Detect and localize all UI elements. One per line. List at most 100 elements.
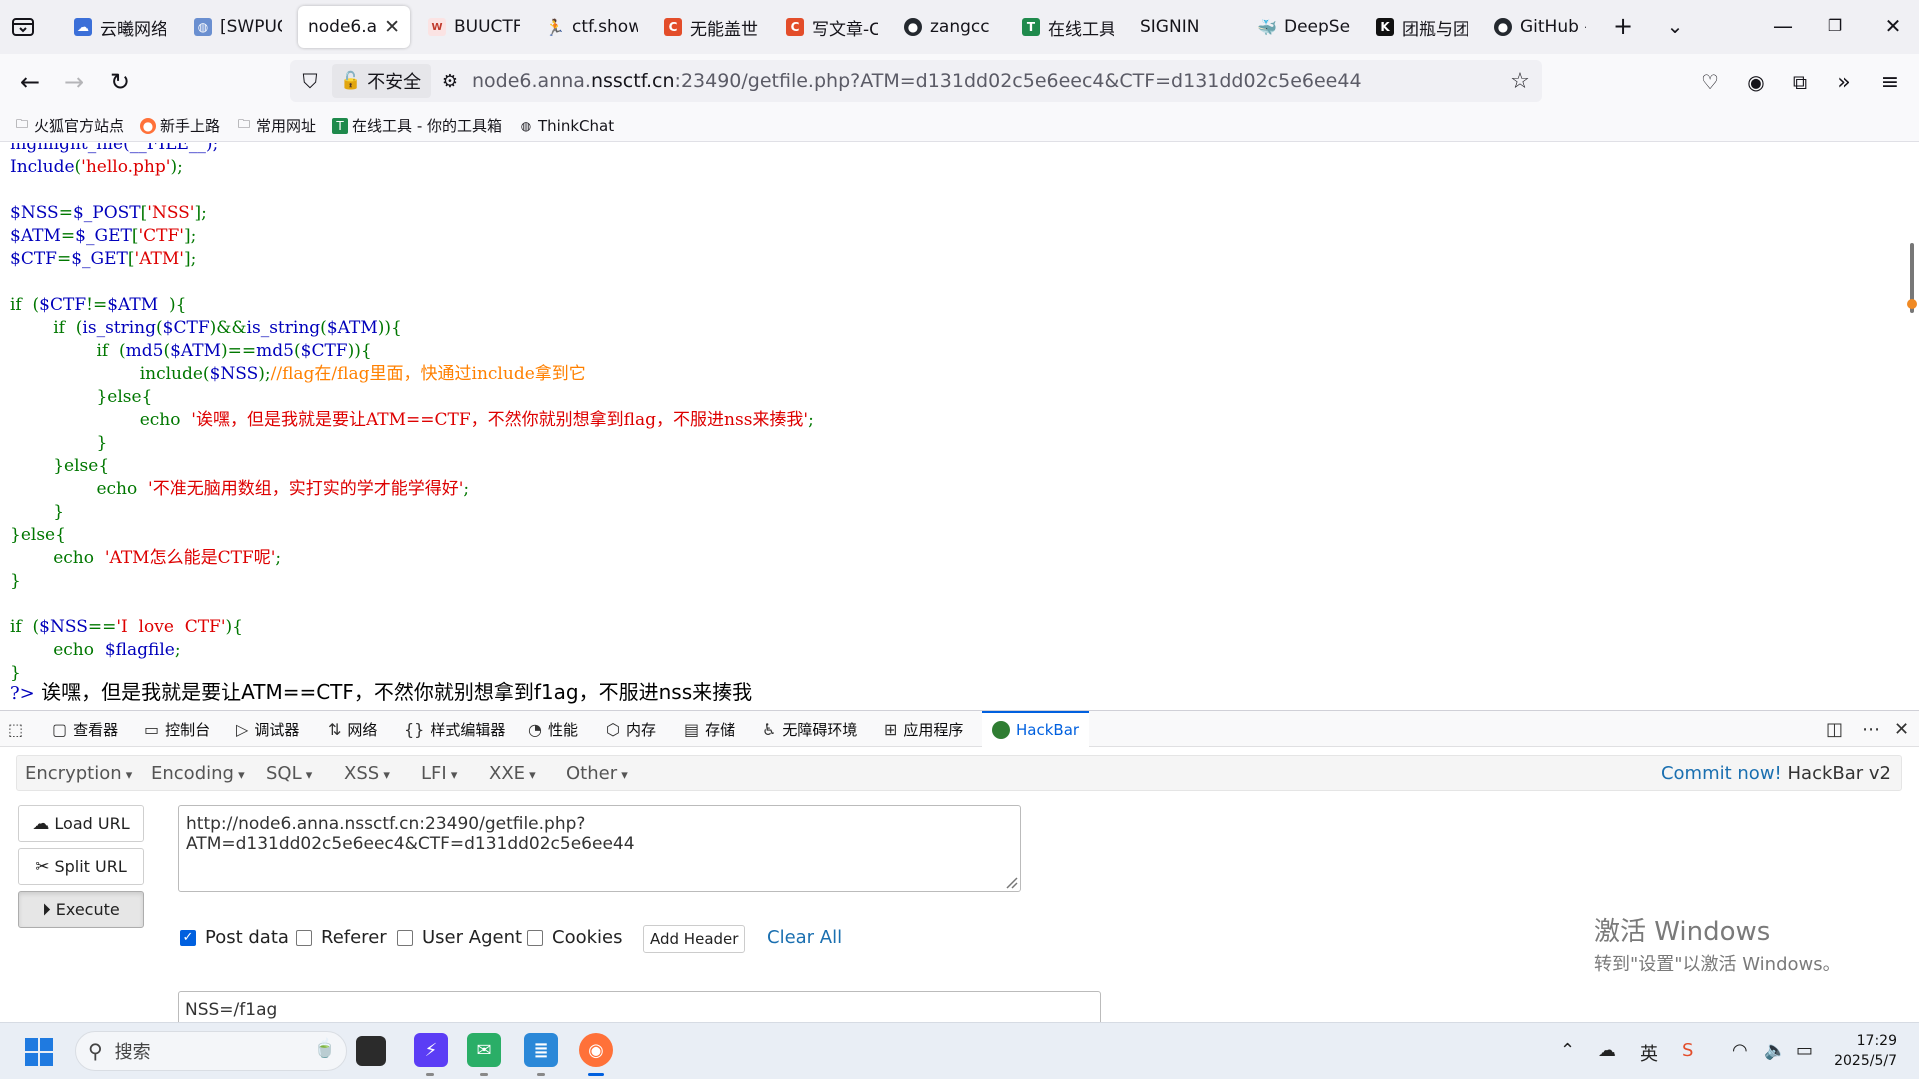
load-url-button[interactable]: ☁ Load URL (18, 805, 144, 842)
tab-yunxi[interactable]: ☁ 云曦网络 (64, 6, 176, 48)
close-devtools-icon[interactable]: ✕ (1894, 719, 1909, 740)
page-scrollbar[interactable] (1905, 143, 1919, 710)
tab-online-tools[interactable]: T 在线工具 (1012, 6, 1124, 48)
back-icon[interactable]: ← (16, 68, 44, 96)
code-token: echo (10, 479, 149, 499)
bookmark-common-sites[interactable]: 🗀 常用网址 (236, 115, 316, 136)
new-tab-icon[interactable]: + (1608, 12, 1638, 40)
wechat-icon[interactable]: ✉ (467, 1033, 501, 1067)
overflow-chevron-icon[interactable]: » (1830, 68, 1858, 96)
onedrive-icon[interactable]: ☁ (1598, 1040, 1616, 1061)
tab-node6-active[interactable]: node6.ann ✕ (298, 6, 410, 48)
firefox-icon[interactable]: ◉ (579, 1033, 613, 1067)
execute-button[interactable]: ⏵ Execute (18, 891, 144, 928)
chevron-down-icon[interactable]: ⌄ (1660, 14, 1690, 38)
tab-csdn-2[interactable]: C 写文章-C (776, 6, 888, 48)
permissions-icon[interactable]: ⚙ (436, 67, 464, 95)
battery-icon[interactable]: ▭ (1796, 1040, 1813, 1061)
input-method-icon[interactable]: 英 (1640, 1040, 1658, 1066)
tab-network[interactable]: ⇅ 网络 (328, 711, 377, 747)
address-bar[interactable]: ⛉ 🔓 不安全 ⚙ node6.anna.nssctf.cn:23490/get… (290, 60, 1542, 102)
tab-inspector[interactable]: ▢ 查看器 (52, 711, 118, 747)
cookies-checkbox[interactable]: Cookies (527, 927, 622, 948)
account-icon[interactable]: ◉ (1742, 68, 1770, 96)
bookmark-getting-started[interactable]: ● 新手上路 (140, 115, 220, 136)
restore-icon[interactable]: ❐ (1820, 16, 1850, 35)
tab-storage[interactable]: ▤ 存储 (684, 711, 735, 747)
close-tab-icon[interactable]: ✕ (384, 16, 400, 38)
tab-zangcc[interactable]: ● zangcc (z (894, 6, 1006, 48)
tab-hackbar[interactable]: HackBar (982, 711, 1090, 747)
menu-encoding[interactable]: Encoding (151, 763, 245, 784)
tab-csdn-1[interactable]: C 无能盖世 (654, 6, 770, 48)
user-agent-checkbox[interactable]: User Agent (397, 927, 522, 948)
wifi-icon[interactable]: ◠ (1732, 1040, 1748, 1061)
pocket-icon[interactable]: ♡ (1696, 68, 1724, 96)
notepad-icon[interactable]: ≣ (524, 1033, 558, 1067)
split-url-button[interactable]: ✂ Split URL (18, 848, 144, 885)
menu-other[interactable]: Other (566, 763, 628, 784)
tab-buuctf[interactable]: W BUUCTF (418, 6, 530, 48)
insecure-connection-badge[interactable]: 🔓 不安全 (332, 64, 432, 98)
referer-checkbox[interactable]: Referer (296, 927, 387, 948)
tab-swpuctf[interactable]: ◍ [SWPUCT (184, 6, 292, 48)
code-token: } (10, 571, 21, 591)
close-window-icon[interactable]: ✕ (1878, 14, 1908, 38)
security-app-icon[interactable]: S (1682, 1040, 1693, 1061)
storage-icon: ▤ (684, 719, 700, 739)
more-options-icon[interactable]: ⋯ (1862, 719, 1880, 740)
tab-ctfshow[interactable]: 🏃 ctf.show (536, 6, 648, 48)
clear-all-link[interactable]: Clear All (767, 927, 842, 948)
system-clock[interactable]: 17:29 2025/5/7 (1834, 1031, 1897, 1071)
vscode-like-app-icon[interactable]: ⚡ (414, 1033, 448, 1067)
tab-debugger[interactable]: ▷ 调试器 (236, 711, 299, 747)
menu-encryption[interactable]: Encryption (25, 763, 132, 784)
url-text[interactable]: node6.anna.nssctf.cn:23490/getfile.php?A… (472, 70, 1362, 92)
tab-memory[interactable]: ⬡ 内存 (606, 711, 656, 747)
menu-xss[interactable]: XSS (344, 763, 390, 784)
tab-github[interactable]: ● GitHub - (1484, 6, 1596, 48)
code-token: $_POST (72, 203, 141, 223)
tab-k[interactable]: K 团瓶与团 (1366, 6, 1478, 48)
checkmark-icon[interactable]: ✓ (180, 929, 196, 946)
extensions-icon[interactable]: ⧉ (1786, 68, 1814, 96)
resize-grip-icon[interactable] (1004, 875, 1018, 889)
bookmark-online-tools[interactable]: T 在线工具 - 你的工具箱 (332, 115, 502, 136)
add-header-button[interactable]: Add Header (643, 925, 746, 953)
bookmark-thinkchat[interactable]: ◍ ThinkChat (518, 117, 614, 135)
url-textarea[interactable]: http://node6.anna.nssctf.cn:23490/getfil… (178, 805, 1021, 892)
tab-deepseek[interactable]: 🐳 DeepSee (1248, 6, 1360, 48)
tab-accessibility[interactable]: ♿ 无障碍环境 (762, 711, 857, 747)
task-view-icon[interactable] (356, 1036, 386, 1066)
menu-xxe[interactable]: XXE (489, 763, 536, 784)
tab-console[interactable]: ▭ 控制台 (144, 711, 210, 747)
shield-icon[interactable]: ⛉ (296, 67, 324, 95)
menu-sql[interactable]: SQL (266, 763, 312, 784)
forward-icon[interactable]: → (60, 68, 88, 96)
dock-side-icon[interactable]: ◫ (1826, 719, 1843, 740)
menu-lfi[interactable]: LFI (421, 763, 457, 784)
bookmark-star-icon[interactable]: ☆ (1506, 67, 1534, 95)
tray-expand-icon[interactable]: ⌃ (1560, 1040, 1575, 1061)
reload-icon[interactable]: ↻ (106, 68, 134, 96)
inspector-icon: ▢ (52, 719, 68, 739)
bookmark-firefox-official[interactable]: 🗀 火狐官方站点 (14, 115, 124, 136)
commit-link[interactable]: Commit now! HackBar v2 (1661, 763, 1891, 784)
volume-icon[interactable]: 🔈 (1764, 1040, 1786, 1061)
folder-icon: 🗀 (15, 117, 28, 131)
tab-overview-icon[interactable] (10, 15, 36, 39)
tab-signin[interactable]: SIGNIN (1130, 6, 1242, 48)
windows-start-icon[interactable] (24, 1037, 54, 1067)
tab-performance[interactable]: ◔ 性能 (528, 711, 578, 747)
minimize-icon[interactable]: — (1768, 14, 1798, 38)
menu-icon[interactable]: ≡ (1876, 68, 1904, 96)
tab-style-editor[interactable]: {} 样式编辑器 (404, 711, 505, 747)
taskbar-search-box[interactable]: ⚲ 搜索 🍵 (75, 1031, 347, 1071)
post-data-checkbox[interactable]: ✓ Post data (180, 927, 289, 948)
broken-lock-icon: 🔓 (340, 71, 362, 91)
code-line: echo '诶嘿，但是我就是要让ATM==CTF，不然你就别想拿到flag，不服… (10, 409, 814, 432)
code-token: $NSS (209, 364, 259, 384)
code-token: }else{ (10, 525, 66, 545)
tab-application[interactable]: ⊞ 应用程序 (884, 711, 963, 747)
pick-element-icon[interactable]: ⬚ (8, 711, 29, 747)
